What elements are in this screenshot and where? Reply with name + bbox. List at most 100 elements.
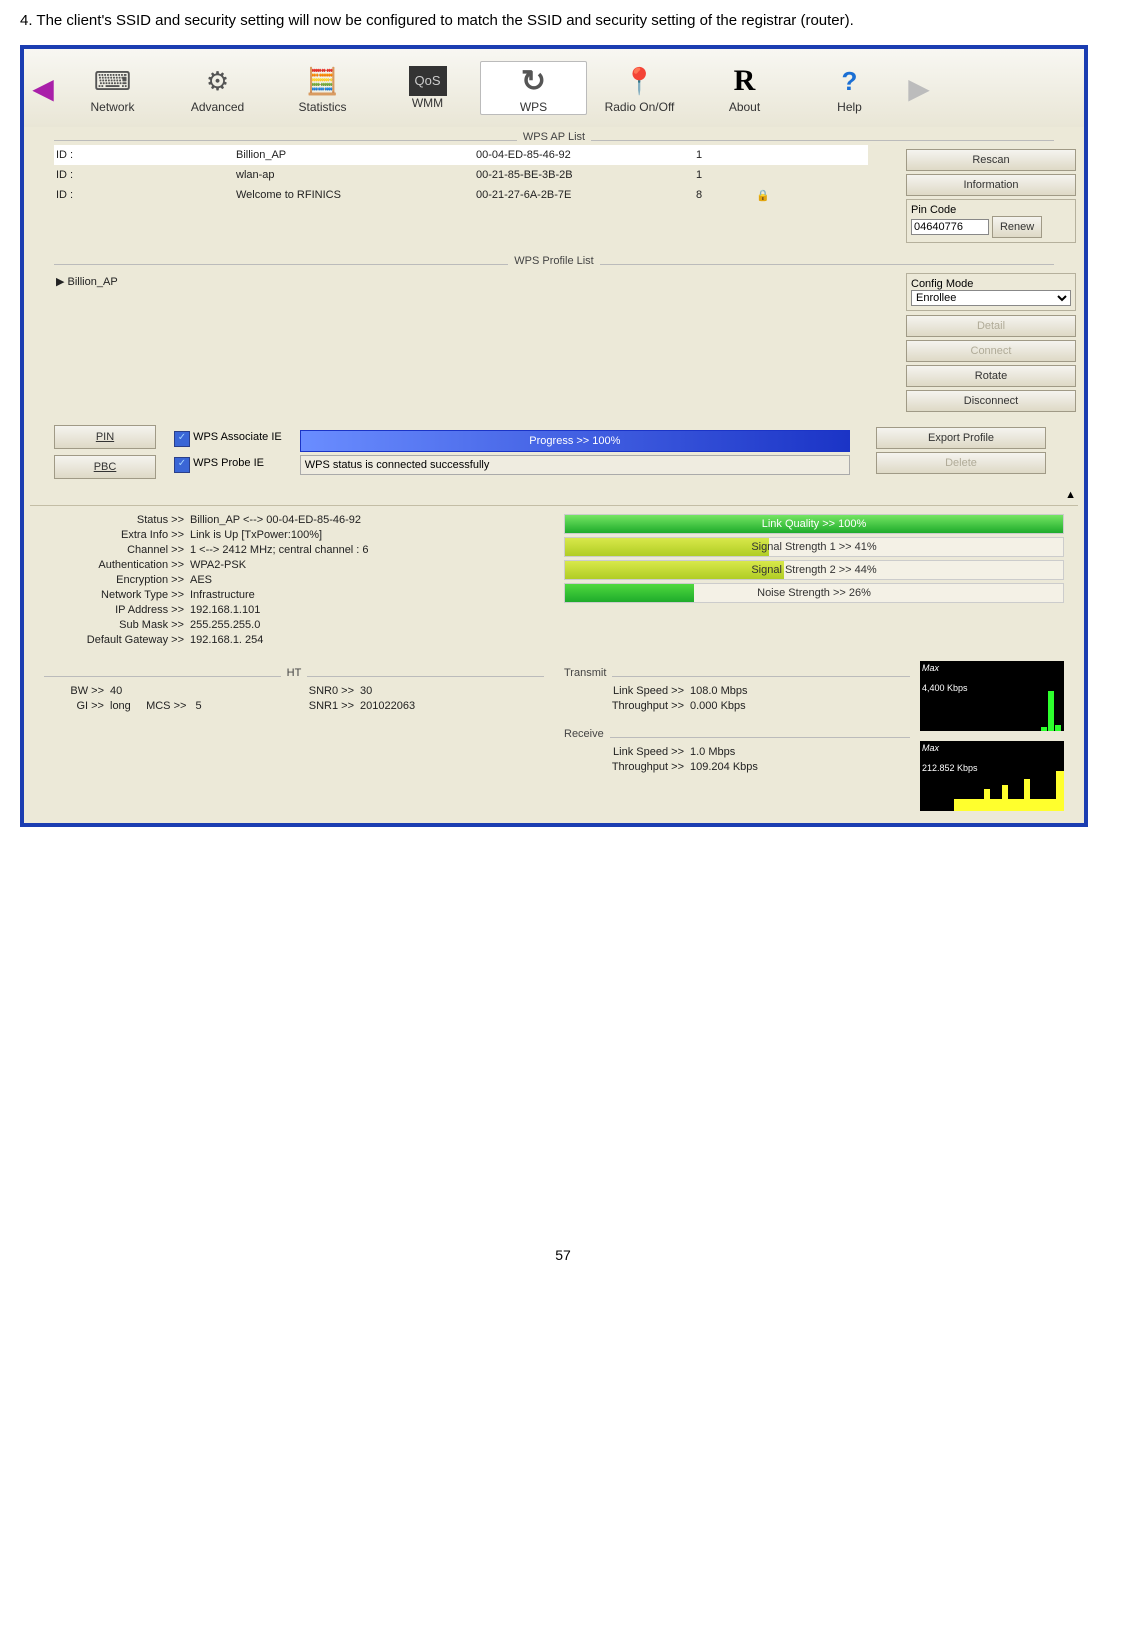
information-button[interactable]: Information (906, 174, 1076, 196)
tab-label: Radio On/Off (605, 100, 675, 114)
renew-button[interactable]: Renew (992, 216, 1042, 238)
export-profile-button[interactable]: Export Profile (876, 427, 1046, 449)
ap-list[interactable]: ID : Billion_AP 00-04-ED-85-46-92 1 ID :… (24, 145, 898, 251)
connect-button[interactable]: Connect (906, 340, 1076, 362)
signal-bars: Link Quality >> 100% Signal Strength 1 >… (564, 514, 1064, 649)
tx-linkspeed-label: Link Speed >> (564, 685, 690, 697)
page-number: 57 (20, 1247, 1106, 1263)
wps-associate-checkbox[interactable]: ✓ (174, 431, 190, 447)
signal-strength-1-bar: Signal Strength 1 >> 41% (564, 537, 1064, 557)
disconnect-button[interactable]: Disconnect (906, 390, 1076, 412)
tab-label: Network (90, 100, 134, 114)
receive-graph: Max 212.852 Kbps (920, 741, 1064, 811)
extra-info-label: Extra Info >> (44, 529, 190, 541)
antenna-icon: 📍 (587, 62, 692, 100)
detail-button[interactable]: Detail (906, 315, 1076, 337)
connection-status: Status >>Billion_AP <--> 00-04-ED-85-46-… (44, 514, 544, 649)
wps-probe-label: WPS Probe IE (193, 457, 264, 469)
wps-probe-checkbox[interactable]: ✓ (174, 457, 190, 473)
ap-ssid: wlan-ap (236, 169, 476, 181)
transmit-graph: Max 4,400 Kbps (920, 661, 1064, 731)
tab-radio[interactable]: 📍Radio On/Off (587, 62, 692, 114)
network-icon: ⌨ (60, 62, 165, 100)
rescan-button[interactable]: Rescan (906, 149, 1076, 171)
ht-title: HT (287, 667, 302, 679)
signal-strength-2-bar: Signal Strength 2 >> 44% (564, 560, 1064, 580)
pin-button[interactable]: PIN (54, 425, 156, 449)
snr1-value: 201022063 (360, 700, 415, 712)
rotate-button[interactable]: Rotate (906, 365, 1076, 387)
extra-info-value: Link is Up [TxPower:100%] (190, 529, 322, 541)
tab-wps[interactable]: ↻WPS (480, 61, 587, 115)
ap-bssid: 00-04-ED-85-46-92 (476, 149, 696, 161)
delete-button[interactable]: Delete (876, 452, 1046, 474)
ap-list-header: WPS AP List (54, 131, 1054, 143)
pin-code-label: Pin Code (911, 204, 956, 216)
subnet-label: Sub Mask >> (44, 619, 190, 631)
back-arrow-icon[interactable]: ◀ (26, 72, 60, 105)
rx-linkspeed-label: Link Speed >> (564, 746, 690, 758)
gear-icon: ⚙ (165, 62, 270, 100)
auth-label: Authentication >> (44, 559, 190, 571)
ap-id-label: ID : (56, 149, 236, 161)
status-label: Status >> (44, 514, 190, 526)
rx-linkspeed-value: 1.0 Mbps (690, 746, 735, 758)
channel-label: Channel >> (44, 544, 190, 556)
ap-bssid: 00-21-27-6A-2B-7E (476, 189, 696, 202)
rx-throughput-label: Throughput >> (564, 761, 690, 773)
snr1-label: SNR1 >> (294, 700, 360, 712)
profile-list[interactable]: ▶ Billion_AP (24, 269, 898, 419)
tab-network[interactable]: ⌨Network (60, 62, 165, 114)
progress-bar: Progress >> 100% (300, 430, 850, 452)
network-type-value: Infrastructure (190, 589, 255, 601)
tab-about[interactable]: RAbout (692, 62, 797, 114)
rx-max-label: Max (922, 743, 1062, 753)
gateway-value: 192.168.1. 254 (190, 634, 263, 646)
config-mode-label: Config Mode (911, 278, 973, 290)
ap-id-label: ID : (56, 189, 236, 202)
profile-list-header: WPS Profile List (54, 255, 1054, 267)
profile-item-name: Billion_AP (68, 276, 118, 288)
rx-throughput-value: 109.204 Kbps (690, 761, 758, 773)
tab-statistics[interactable]: 🧮Statistics (270, 62, 375, 114)
ap-row[interactable]: ID : Welcome to RFINICS 00-21-27-6A-2B-7… (54, 185, 868, 206)
bw-label: BW >> (44, 685, 110, 697)
app-window: ◀ ⌨Network ⚙Advanced 🧮Statistics QoSWMM … (20, 45, 1088, 827)
ap-bssid: 00-21-85-BE-3B-2B (476, 169, 696, 181)
ap-ssid: Welcome to RFINICS (236, 189, 476, 202)
tab-label: About (729, 100, 760, 114)
gi-value: long (110, 700, 131, 712)
calculator-icon: 🧮 (270, 62, 375, 100)
ap-row[interactable]: ID : Billion_AP 00-04-ED-85-46-92 1 (54, 145, 868, 165)
wps-status-text: WPS status is connected successfully (300, 455, 850, 475)
qos-icon: QoS (409, 66, 447, 96)
encryption-value: AES (190, 574, 212, 586)
forward-arrow-icon[interactable]: ▶ (902, 72, 936, 105)
ap-channel: 8 (696, 189, 756, 202)
help-icon: ? (797, 62, 902, 100)
tab-wmm[interactable]: QoSWMM (375, 66, 480, 110)
encryption-label: Encryption >> (44, 574, 190, 586)
pbc-button[interactable]: PBC (54, 455, 156, 479)
ap-channel: 1 (696, 149, 756, 161)
config-mode-select[interactable]: Enrollee (911, 290, 1071, 306)
bw-value: 40 (110, 685, 122, 697)
noise-strength-bar: Noise Strength >> 26% (564, 583, 1064, 603)
config-mode-group: Config Mode Enrollee (906, 273, 1076, 311)
tab-advanced[interactable]: ⚙Advanced (165, 62, 270, 114)
wps-refresh-icon: ↻ (481, 62, 586, 100)
ap-id-label: ID : (56, 169, 236, 181)
tab-label: WMM (412, 96, 443, 110)
tab-help[interactable]: ?Help (797, 62, 902, 114)
profile-item[interactable]: ▶ Billion_AP (54, 273, 868, 290)
tab-label: WPS (520, 100, 547, 114)
gateway-label: Default Gateway >> (44, 634, 190, 646)
receive-header: Receive (564, 728, 910, 740)
lock-icon: 🔒 (756, 189, 770, 202)
collapse-toggle-icon[interactable]: ▲ (1065, 489, 1076, 501)
ap-row[interactable]: ID : wlan-ap 00-21-85-BE-3B-2B 1 (54, 165, 868, 185)
ap-list-title: WPS AP List (523, 131, 585, 143)
auth-value: WPA2-PSK (190, 559, 246, 571)
status-value: Billion_AP <--> 00-04-ED-85-46-92 (190, 514, 361, 526)
pin-code-input[interactable] (911, 219, 989, 235)
